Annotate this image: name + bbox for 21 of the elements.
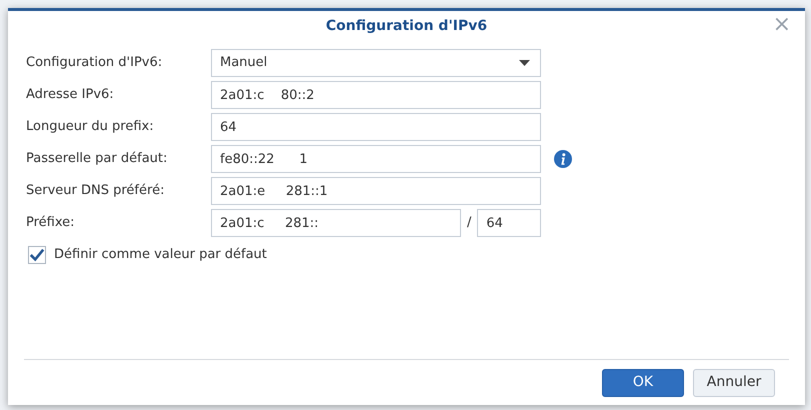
- input-field[interactable]: 2a01:c 80::2: [211, 81, 541, 109]
- field-label: Serveur DNS préféré:: [26, 182, 166, 200]
- field-label: Adresse IPv6:: [26, 86, 115, 104]
- field-label: Longueur du prefix:: [26, 118, 155, 136]
- dropdown[interactable]: Manuel: [211, 49, 541, 77]
- info-icon[interactable]: [554, 150, 572, 168]
- input-field[interactable]: 2a01:c 281::: [211, 209, 461, 237]
- input-field[interactable]: fe80::22 1: [211, 145, 541, 173]
- field-label: Configuration d'IPv6:: [26, 54, 164, 72]
- caret-icon: [519, 60, 530, 66]
- input-field[interactable]: 2a01:e 281::1: [211, 177, 541, 205]
- checkbox[interactable]: [28, 246, 46, 264]
- cancel-button[interactable]: Annuler: [693, 368, 775, 396]
- field-label: Passerelle par défaut:: [26, 150, 168, 168]
- checkbox-label: Définir comme valeur par défaut: [54, 246, 267, 264]
- slash-separator: /: [467, 214, 472, 232]
- field-label: Préfixe:: [26, 214, 76, 232]
- input-field[interactable]: 64: [211, 113, 541, 141]
- dialog-title: Configuration d'IPv6: [326, 16, 488, 36]
- input-field[interactable]: 64: [477, 209, 542, 237]
- ok-button[interactable]: OK: [602, 368, 684, 396]
